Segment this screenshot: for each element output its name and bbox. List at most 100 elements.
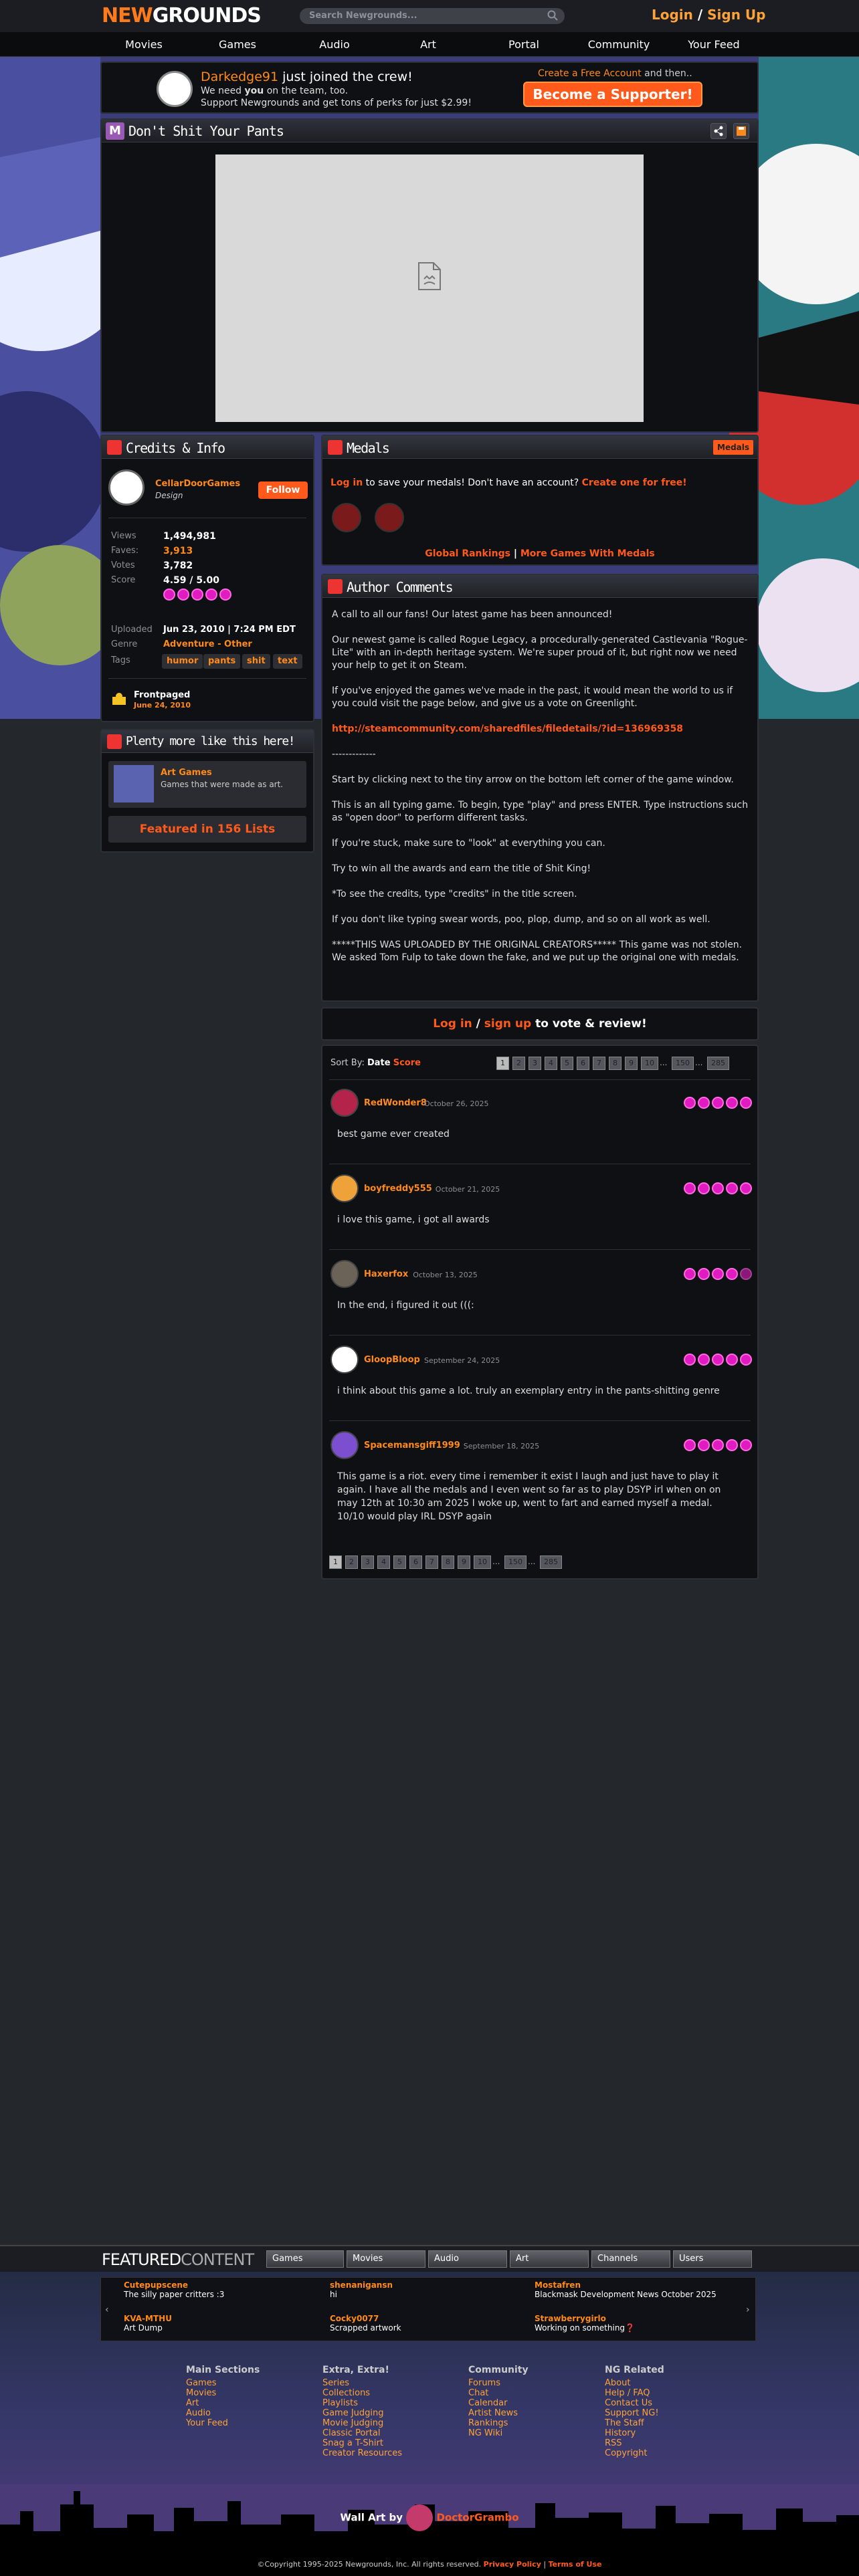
global-rankings-link[interactable]: Global Rankings xyxy=(425,548,510,559)
page-link[interactable]: 150 xyxy=(672,1057,694,1070)
medal-icon[interactable] xyxy=(332,503,361,532)
review-author[interactable]: boyfreddy555 xyxy=(364,1184,432,1194)
avatar[interactable] xyxy=(330,1174,359,1202)
page-link[interactable]: 3 xyxy=(529,1057,541,1070)
page-link[interactable]: 1 xyxy=(496,1057,509,1070)
footer-link[interactable]: NG Wiki xyxy=(468,2428,529,2438)
follow-button[interactable]: Follow xyxy=(258,481,308,499)
footer-link[interactable]: The Staff xyxy=(605,2418,664,2428)
footer-link[interactable]: Contact Us xyxy=(605,2398,664,2408)
featured-lists-button[interactable]: Featured in 156 Lists xyxy=(108,816,306,843)
featured-item[interactable]: shenanigansn hi xyxy=(330,2280,393,2299)
footer-link[interactable]: RSS xyxy=(605,2438,664,2448)
page-link[interactable]: 5 xyxy=(393,1555,406,1569)
avatar[interactable] xyxy=(330,1431,359,1459)
avatar[interactable] xyxy=(330,1089,359,1117)
nav-your-feed[interactable]: Your Feed xyxy=(677,32,751,57)
tag-shit[interactable]: shit xyxy=(242,654,270,669)
footer-link[interactable]: Calendar xyxy=(468,2398,529,2408)
featured-item[interactable]: Cocky0077 Scrapped artwork xyxy=(330,2314,401,2333)
page-link[interactable]: 2 xyxy=(512,1057,525,1070)
more-medal-games-link[interactable]: More Games With Medals xyxy=(520,548,655,559)
footer-link[interactable]: Series xyxy=(322,2378,402,2388)
faves-value[interactable]: 3,913 xyxy=(163,546,193,556)
author-avatar[interactable] xyxy=(108,469,145,506)
supporter-user-link[interactable]: Darkedge91 xyxy=(201,70,278,84)
nav-audio[interactable]: Audio xyxy=(298,32,371,57)
sort-score[interactable]: Score xyxy=(393,1058,421,1068)
featured-item[interactable]: Cutepupscene The silly paper critters :3 xyxy=(124,2280,224,2299)
newgrounds-logo[interactable]: NEWGROUNDS xyxy=(102,4,262,27)
art-games-title[interactable]: Art Games xyxy=(161,768,212,778)
list-item[interactable]: Art Games Games that were made as art. xyxy=(108,761,306,808)
footer-link[interactable]: Artist News xyxy=(468,2408,529,2418)
wallart-user-link[interactable]: DoctorGrambo xyxy=(437,2512,519,2524)
become-supporter-button[interactable]: Become a Supporter! xyxy=(523,82,702,107)
nav-games[interactable]: Games xyxy=(201,32,274,57)
featured-item[interactable]: KVA-MTHU Art Dump xyxy=(124,2314,172,2333)
tag-humor[interactable]: humor xyxy=(162,654,203,669)
page-link[interactable]: 7 xyxy=(425,1555,438,1569)
footer-link[interactable]: Your Feed xyxy=(186,2418,260,2428)
nav-movies[interactable]: Movies xyxy=(107,32,181,57)
footer-link[interactable]: Chat xyxy=(468,2388,529,2398)
page-link[interactable]: 150 xyxy=(504,1555,527,1569)
avatar[interactable] xyxy=(157,71,193,107)
create-account-link[interactable]: Create a Free Account xyxy=(538,68,642,79)
review-author[interactable]: Spacemansgiff1999 xyxy=(364,1440,460,1451)
share-button[interactable] xyxy=(710,123,727,139)
footer-link[interactable]: Audio xyxy=(186,2408,260,2418)
footer-link[interactable]: Game Judging xyxy=(322,2408,402,2418)
nav-community[interactable]: Community xyxy=(582,32,656,57)
featured-item[interactable]: Strawberrygirlo Working on something❓ xyxy=(535,2314,635,2333)
nav-portal[interactable]: Portal xyxy=(487,32,561,57)
footer-link[interactable]: Rankings xyxy=(468,2418,529,2428)
footer-link[interactable]: History xyxy=(605,2428,664,2438)
medals-login-link[interactable]: Log in xyxy=(330,477,363,488)
terms-link[interactable]: Terms of Use xyxy=(549,2560,602,2569)
page-link[interactable]: 285 xyxy=(540,1555,562,1569)
page-link[interactable]: 1 xyxy=(329,1555,342,1569)
footer-link[interactable]: About xyxy=(605,2378,664,2388)
page-link[interactable]: 10 xyxy=(474,1555,491,1569)
footer-link[interactable]: Help / FAQ xyxy=(605,2388,664,2398)
author-name[interactable]: CellarDoorGames xyxy=(155,479,240,489)
avatar[interactable] xyxy=(330,1346,359,1374)
login-link[interactable]: Login xyxy=(652,7,693,23)
review-author[interactable]: RedWonder8 xyxy=(364,1098,427,1108)
footer-link[interactable]: Movies xyxy=(186,2388,260,2398)
vote-signup-link[interactable]: sign up xyxy=(484,1017,531,1031)
review-author[interactable]: Haxerfox xyxy=(364,1269,408,1279)
footer-link[interactable]: Art xyxy=(186,2398,260,2408)
medals-create-link[interactable]: Create one for free! xyxy=(582,477,687,488)
footer-link[interactable]: Support NG! xyxy=(605,2408,664,2418)
page-link[interactable]: 9 xyxy=(458,1555,470,1569)
footer-link[interactable]: Classic Portal xyxy=(322,2428,402,2438)
sort-date[interactable]: Date xyxy=(367,1058,391,1068)
page-link[interactable]: 6 xyxy=(577,1057,589,1070)
page-link[interactable]: 7 xyxy=(593,1057,605,1070)
footer-link[interactable]: Playlists xyxy=(322,2398,402,2408)
featured-tab-movies[interactable]: Movies xyxy=(347,2250,425,2268)
page-link[interactable]: 10 xyxy=(641,1057,658,1070)
footer-link[interactable]: Games xyxy=(186,2378,260,2388)
medals-badge[interactable]: Medals xyxy=(713,440,754,455)
footer-link[interactable]: Snag a T-Shirt xyxy=(322,2438,402,2448)
page-link[interactable]: 4 xyxy=(545,1057,557,1070)
footer-link[interactable]: Forums xyxy=(468,2378,529,2388)
page-link[interactable]: 6 xyxy=(409,1555,422,1569)
page-link[interactable]: 2 xyxy=(345,1555,358,1569)
featured-tab-audio[interactable]: Audio xyxy=(428,2250,507,2268)
page-link[interactable]: 285 xyxy=(707,1057,729,1070)
signup-link[interactable]: Sign Up xyxy=(707,7,765,23)
carousel-prev-icon[interactable]: ‹ xyxy=(105,2304,109,2315)
nav-art[interactable]: Art xyxy=(391,32,465,57)
search-input[interactable]: Search Newgrounds... xyxy=(300,8,565,24)
featured-tab-users[interactable]: Users xyxy=(673,2250,752,2268)
avatar[interactable] xyxy=(330,1260,359,1288)
page-link[interactable]: 3 xyxy=(361,1555,374,1569)
featured-tab-channels[interactable]: Channels xyxy=(591,2250,670,2268)
search-icon[interactable] xyxy=(547,10,558,21)
privacy-link[interactable]: Privacy Policy xyxy=(484,2560,541,2569)
vote-login-link[interactable]: Log in xyxy=(433,1017,472,1031)
